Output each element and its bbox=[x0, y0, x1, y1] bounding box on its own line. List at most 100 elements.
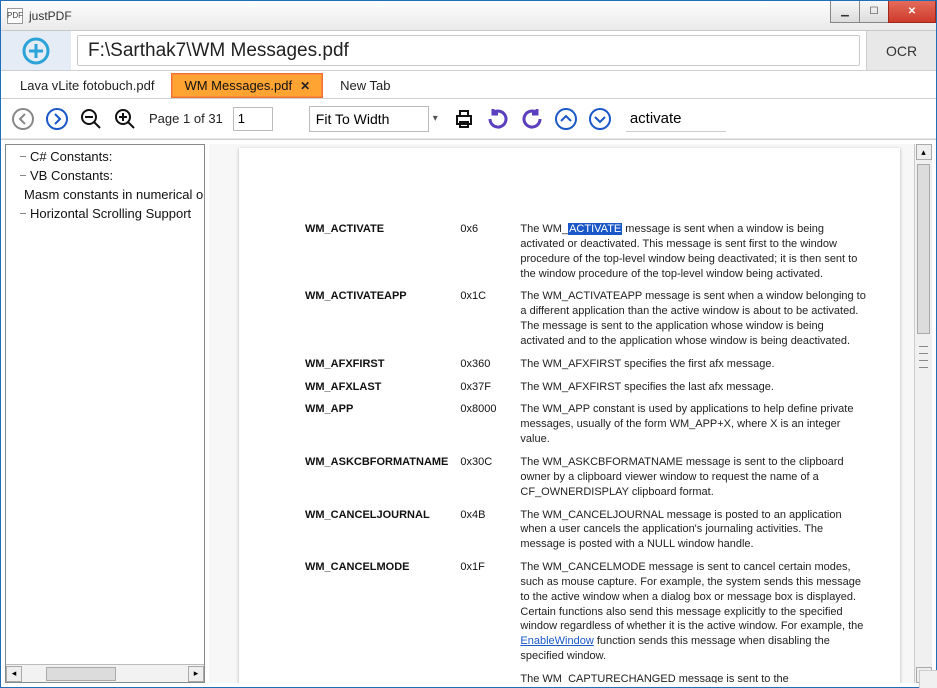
title-bar: PDF justPDF bbox=[1, 1, 936, 31]
print-button[interactable] bbox=[450, 105, 478, 133]
tab-1[interactable]: WM Messages.pdf ✕ bbox=[171, 73, 323, 98]
table-row: The WM_CAPTURECHANGED message is sent to… bbox=[299, 668, 876, 683]
table-row: WM_CANCELMODE 0x1F The WM_CANCELMODE mes… bbox=[299, 556, 876, 668]
zoom-out-icon bbox=[79, 107, 103, 131]
tab-close-icon[interactable]: ✕ bbox=[300, 79, 310, 93]
page-label: Page 1 of 31 bbox=[149, 111, 223, 126]
window-title: justPDF bbox=[29, 9, 831, 23]
file-path-box[interactable]: F:\Sarthak7\WM Messages.pdf bbox=[77, 35, 860, 66]
scroll-thumb[interactable] bbox=[46, 667, 116, 681]
table-row: WM_ASKCBFORMATNAME 0x30C The WM_ASKCBFOR… bbox=[299, 451, 876, 504]
scroll-marks bbox=[919, 340, 928, 663]
msg-hex: 0x4B bbox=[454, 504, 514, 557]
msg-desc: The WM_ASKCBFORMATNAME message is sent t… bbox=[514, 451, 876, 504]
outline-item-label: Horizontal Scrolling Support bbox=[30, 206, 191, 221]
table-row: WM_ACTIVATE 0x6 The WM_ACTIVATE message … bbox=[299, 218, 876, 285]
arrow-up-circle-icon bbox=[554, 107, 578, 131]
outline-item[interactable]: Horizontal Scrolling Support bbox=[10, 204, 200, 223]
ocr-button[interactable]: OCR bbox=[866, 31, 936, 70]
outline-item-label: VB Constants: bbox=[30, 168, 113, 183]
page-down-button[interactable] bbox=[586, 105, 614, 133]
search-highlight: ACTIVATE bbox=[568, 223, 622, 235]
scroll-up-icon[interactable]: ▴ bbox=[916, 144, 932, 160]
nav-back-button[interactable] bbox=[9, 105, 37, 133]
search-input[interactable] bbox=[626, 106, 726, 132]
msg-desc: The WM_ACTIVATE message is sent when a w… bbox=[514, 218, 876, 285]
msg-name: WM_ASKCBFORMATNAME bbox=[299, 451, 454, 504]
pdf-page: WM_ACTIVATE 0x6 The WM_ACTIVATE message … bbox=[239, 148, 900, 683]
file-path-text: F:\Sarthak7\WM Messages.pdf bbox=[88, 40, 349, 62]
msg-name bbox=[299, 668, 454, 683]
body-area: C# Constants: VB Constants: Masm constan… bbox=[1, 139, 936, 687]
tab-label: WM Messages.pdf bbox=[184, 78, 292, 93]
sidebar-hscrollbar[interactable]: ◂ ▸ bbox=[6, 664, 204, 682]
minimize-button[interactable] bbox=[830, 1, 860, 23]
tab-label: Lava vLite fotobuch.pdf bbox=[20, 78, 154, 93]
page-content: WM_ACTIVATE 0x6 The WM_ACTIVATE message … bbox=[239, 148, 900, 683]
msg-desc: The WM_CAPTURECHANGED message is sent to… bbox=[514, 668, 876, 683]
page-of: of bbox=[194, 111, 205, 126]
tab-label: New Tab bbox=[340, 78, 390, 93]
page-up-button[interactable] bbox=[552, 105, 580, 133]
msg-name: WM_APP bbox=[299, 398, 454, 451]
nav-forward-button[interactable] bbox=[43, 105, 71, 133]
zoom-mode-select[interactable] bbox=[309, 106, 429, 132]
page-input[interactable] bbox=[233, 107, 273, 131]
resize-grip[interactable] bbox=[919, 670, 937, 688]
msg-name: WM_CANCELMODE bbox=[299, 556, 454, 668]
desc-text: The WM_ bbox=[520, 223, 568, 235]
msg-desc: The WM_CANCELJOURNAL message is posted t… bbox=[514, 504, 876, 557]
arrow-left-circle-icon bbox=[11, 107, 35, 131]
msg-hex: 0x37F bbox=[454, 376, 514, 399]
redo-button[interactable] bbox=[484, 105, 512, 133]
outline-item[interactable]: Masm constants in numerical order: bbox=[10, 185, 200, 204]
msg-hex: 0x8000 bbox=[454, 398, 514, 451]
msg-desc: The WM_CANCELMODE message is sent to can… bbox=[514, 556, 876, 668]
scroll-track[interactable] bbox=[915, 160, 932, 667]
msg-hex: 0x6 bbox=[454, 218, 514, 285]
toolbar: Page 1 of 31 ▾ bbox=[1, 99, 936, 139]
msg-desc: The WM_AFXFIRST specifies the last afx m… bbox=[514, 376, 876, 399]
scroll-left-icon[interactable]: ◂ bbox=[6, 666, 22, 682]
tab-row: Lava vLite fotobuch.pdf WM Messages.pdf … bbox=[1, 71, 936, 99]
msg-hex: 0x360 bbox=[454, 353, 514, 376]
add-tab-button[interactable] bbox=[1, 31, 71, 70]
doc-vscrollbar[interactable]: ▴ ▾ bbox=[914, 144, 932, 683]
chevron-down-icon[interactable]: ▾ bbox=[433, 113, 438, 124]
zoom-out-button[interactable] bbox=[77, 105, 105, 133]
maximize-button[interactable] bbox=[859, 1, 889, 23]
msg-hex bbox=[454, 668, 514, 683]
table-row: WM_ACTIVATEAPP 0x1C The WM_ACTIVATEAPP m… bbox=[299, 285, 876, 352]
msg-hex: 0x30C bbox=[454, 451, 514, 504]
scroll-thumb[interactable] bbox=[917, 164, 930, 334]
table-row: WM_CANCELJOURNAL 0x4B The WM_CANCELJOURN… bbox=[299, 504, 876, 557]
tab-2[interactable]: New Tab bbox=[327, 73, 403, 98]
desc-text: The WM_CANCELMODE message is sent to can… bbox=[520, 561, 863, 632]
undo-button[interactable] bbox=[518, 105, 546, 133]
zoom-in-icon bbox=[113, 107, 137, 131]
page-label-prefix: Page bbox=[149, 111, 179, 126]
tab-0[interactable]: Lava vLite fotobuch.pdf bbox=[7, 73, 167, 98]
table-row: WM_AFXFIRST 0x360 The WM_AFXFIRST specif… bbox=[299, 353, 876, 376]
rotate-left-icon bbox=[520, 107, 544, 131]
doc-link[interactable]: EnableWindow bbox=[520, 635, 593, 647]
outline-item[interactable]: C# Constants: bbox=[10, 147, 200, 166]
table-row: WM_AFXLAST 0x37F The WM_AFXFIRST specifi… bbox=[299, 376, 876, 399]
top-strip: F:\Sarthak7\WM Messages.pdf OCR bbox=[1, 31, 936, 71]
msg-hex: 0x1F bbox=[454, 556, 514, 668]
outline-item-label: C# Constants: bbox=[30, 149, 112, 164]
arrow-right-circle-icon bbox=[45, 107, 69, 131]
outline-item-label: Masm constants in numerical order: bbox=[24, 187, 204, 202]
msg-name: WM_AFXFIRST bbox=[299, 353, 454, 376]
page-current: 1 bbox=[183, 111, 190, 126]
page-total: 31 bbox=[208, 111, 222, 126]
scroll-right-icon[interactable]: ▸ bbox=[188, 666, 204, 682]
arrow-down-circle-icon bbox=[588, 107, 612, 131]
document-area: WM_ACTIVATE 0x6 The WM_ACTIVATE message … bbox=[209, 144, 932, 683]
msg-name: WM_AFXLAST bbox=[299, 376, 454, 399]
outline-item[interactable]: VB Constants: bbox=[10, 166, 200, 185]
zoom-in-button[interactable] bbox=[111, 105, 139, 133]
window-buttons bbox=[831, 1, 936, 23]
close-button[interactable] bbox=[888, 1, 936, 23]
msg-name: WM_CANCELJOURNAL bbox=[299, 504, 454, 557]
